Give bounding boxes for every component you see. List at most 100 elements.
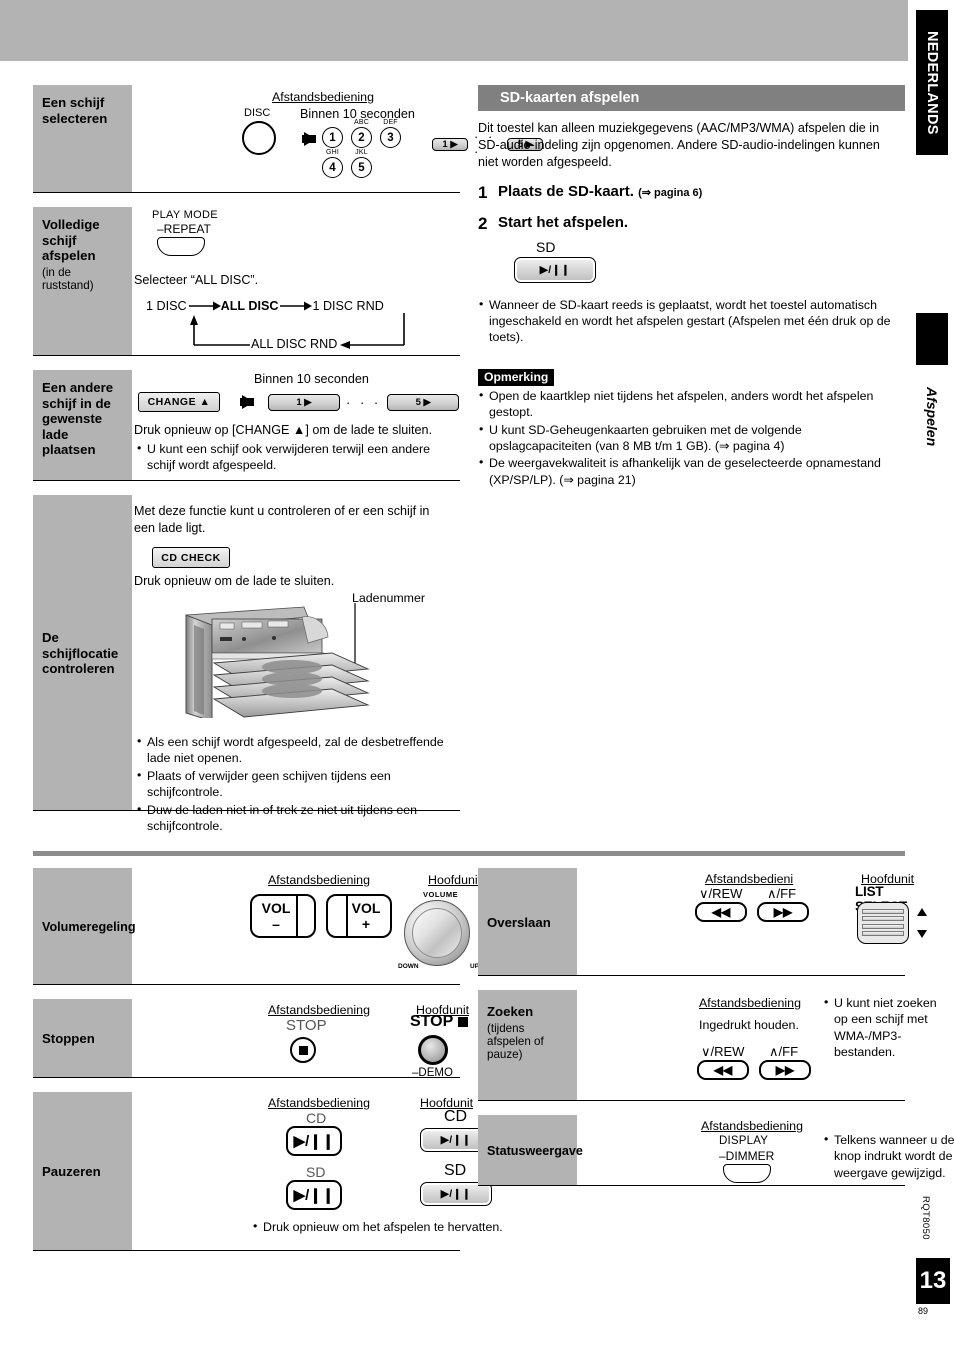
step-number: 2 [478,213,488,233]
remote-header: Afstandsbediening [268,1096,370,1110]
page-marker: 13 [916,1258,950,1304]
volume-down-label-top: VOL [261,900,291,916]
disc-button[interactable] [242,121,276,155]
table-row-check-disc-location: De schijflocatie controleren Met deze fu… [33,495,460,833]
step-number: 1 [478,183,488,202]
row-label-main: Volledige schijf afspelen [42,217,100,264]
numeric-key-5[interactable]: JKL 5 [351,149,372,178]
notes-list: U kunt een schijf ook verwijderen terwij… [136,440,446,474]
sd-play-pause-button[interactable]: ▶/❙❙ [514,256,596,283]
select-all-disc-instruction: Selecteer “ALL DISC”. [134,273,259,287]
display-dimmer-button[interactable] [723,1164,771,1183]
row-label: Zoeken (tijdens afspelen of pauze) [478,990,577,1100]
remote-header: Afstandsbediening [701,1119,803,1133]
row-gap [33,356,460,370]
flow-arrow-icon [302,132,316,146]
numeric-key-3[interactable]: DEF 3 [380,119,401,148]
row-label-sub: (tijdens afspelen of pauze) [487,1021,544,1062]
right-column-bottom: Overslaan Afstandsbedieni Hoofdunit ∨/RE… [478,868,954,1186]
skip-forward-button[interactable]: ▶▶ [757,902,809,922]
section-intro: Dit toestel kan alleen muziekgegevens (A… [478,121,880,169]
remote-cd-play-pause-button[interactable]: ▶/❙❙ [286,1126,342,1156]
list-select-rocker[interactable] [857,902,909,944]
list-item: U kunt een schijf ook verwijderen terwij… [136,440,446,474]
row-label: Volledige schijf afspelen (in de ruststa… [33,207,132,355]
unit-sd-label: SD [444,1162,467,1179]
numeric-key-2-label: 2 [351,127,372,148]
cd-changer-illustration [185,603,370,718]
row-label: Volumeregeling [33,868,136,984]
remote-stop-label: STOP [286,1017,327,1034]
remote-sd-label: SD [306,1164,326,1180]
volume-down-button[interactable]: VOL – [250,894,316,938]
numeric-key-2[interactable]: ABC 2 [351,119,372,148]
remote-sd-play-pause-button[interactable]: ▶/❙❙ [286,1180,342,1210]
table-row-pause: Pauzeren Afstandsbediening Hoofdunit CD … [33,1092,503,1251]
play-mode-repeat-button[interactable] [157,237,205,256]
chevron-up-icon[interactable] [917,908,927,916]
search-forward-button[interactable]: ▶▶ [759,1060,811,1080]
section-tab-marker [916,313,948,365]
left-column-top: Een schijf selecteren Afstandsbediening … [33,85,544,833]
volume-knob[interactable] [404,900,470,966]
table-row-status-display: Statusweergave Afstandsbediening DISPLAY… [478,1115,954,1186]
row-label: De schijflocatie controleren [33,495,132,810]
play-mode-key-caption-bottom: –REPEAT [157,222,211,236]
row-gap [33,481,460,495]
numeric-key-3-label: 3 [380,127,401,148]
numeric-key-4[interactable]: GHI 4 [322,149,343,178]
table-row-search: Zoeken (tijdens afspelen of pauze) Afsta… [478,990,937,1101]
volume-up-button[interactable]: VOL + [326,894,392,938]
sd-play-button-art: SD ▶/❙❙ [478,239,905,295]
close-tray-instruction: Druk opnieuw om de lade te sluiten. [134,574,335,588]
step-text: Start het afspelen. [498,214,628,233]
section-separator [33,851,905,856]
list-item: De weergavekwaliteit is afhankelijk van … [478,454,902,488]
flow-arrow-icon [240,395,254,409]
chevron-down-icon[interactable] [917,930,927,938]
sd-label: SD [536,238,556,255]
step-title: Plaats de SD-kaart. [498,183,634,200]
numeric-key-1[interactable]: 1 [322,119,343,148]
list-item: Druk opnieuw om het afspelen te hervatte… [252,1218,542,1235]
tray-ellipsis: · · · [346,394,382,410]
rocker-line [862,916,904,921]
close-tray-instruction: Druk opnieuw op [CHANGE ▲] om de lade te… [134,423,433,437]
row-label: Overslaan [478,868,577,975]
unit-stop-label: STOP [410,1013,454,1030]
table-row-stop: Stoppen Afstandsbediening Hoofdunit STOP… [33,999,469,1079]
list-item: Plaats of verwijder geen schijven tijden… [136,767,456,801]
list-item: Wanneer de SD-kaart reeds is geplaatst, … [478,296,902,346]
unit-stop-button[interactable] [418,1035,448,1065]
display-key-caption-top: DISPLAY [719,1135,769,1147]
numeric-key-5-caption: JKL [355,149,368,156]
row-gap [33,985,460,999]
cd-check-button[interactable]: CD CHECK [152,547,230,568]
remote-header: Afstandsbedieni [705,872,794,886]
tray-key-1[interactable]: 1 ▶ [432,137,469,151]
rew-label: ∨/REW [701,1044,745,1059]
unit-cd-label: CD [444,1108,468,1125]
document-code: RQT8050 [920,1196,931,1240]
numeric-key-4-label: 4 [322,157,343,178]
skip-back-button[interactable]: ◀◀ [695,902,747,922]
remote-stop-button[interactable] [290,1037,316,1063]
volume-knob-caption: VOLUME [423,890,459,899]
tray-key-5[interactable]: 5 ▶ [387,393,460,411]
search-back-button[interactable]: ◀◀ [697,1060,749,1080]
hold-instruction: Ingedrukt houden. [699,1018,799,1032]
numeric-key-4-caption: GHI [325,149,340,156]
remote-header: Afstandsbediening [699,996,801,1010]
language-tab: NEDERLANDS [924,30,940,135]
row-label: Stoppen [33,999,132,1077]
rocker-line [862,908,904,914]
change-button[interactable]: CHANGE ▲ [138,392,220,412]
step-text: Plaats de SD-kaart. (⇒ pagina 6) [498,183,702,202]
row-gap [33,1078,460,1092]
tray-key-1[interactable]: 1 ▶ [268,393,340,411]
volume-down-label-bottom: – [272,916,280,932]
list-item: Duw de laden niet in of trek ze niet uit… [136,801,456,835]
volume-down-divider [296,896,298,936]
folio-number: 89 [918,1306,929,1316]
volume-up-divider [346,896,348,936]
